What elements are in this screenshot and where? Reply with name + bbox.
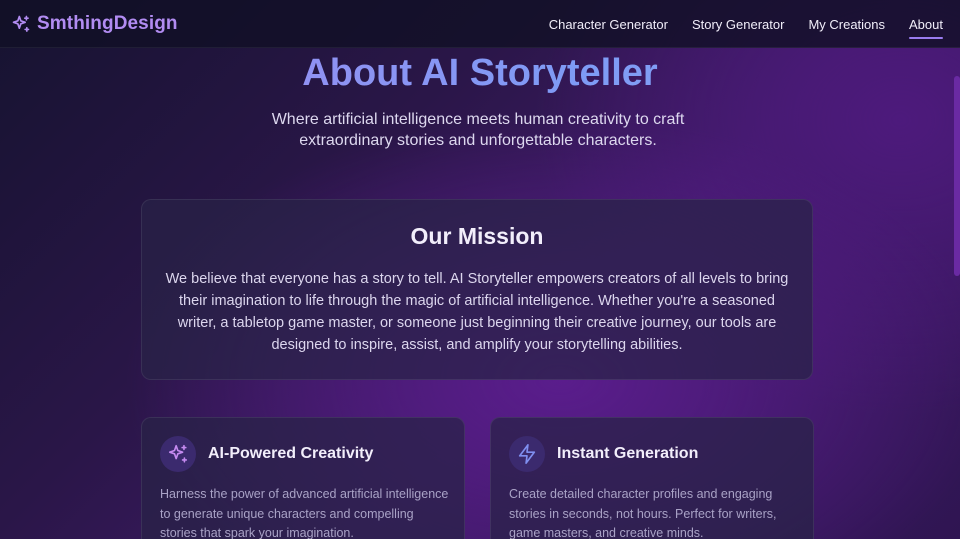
nav-character-generator[interactable]: Character Generator [549,13,668,36]
feature-text: Harness the power of advanced artificial… [160,487,449,539]
lightning-icon [509,436,545,472]
brand-name: SmthingDesign [37,13,178,34]
nav-my-creations[interactable]: My Creations [808,13,885,36]
main-nav: Character Generator Story Generator My C… [549,0,943,48]
brand-logo[interactable]: SmthingDesign [11,12,178,36]
page-scrollbar[interactable] [954,48,960,539]
mission-text: We believe that everyone has a story to … [165,271,789,353]
feature-card-instant-generation: Instant Generation Create detailed chara… [490,417,814,539]
feature-title: Instant Generation [557,445,699,462]
nav-about[interactable]: About [909,13,943,39]
feature-card-ai-powered: AI-Powered Creativity Harness the power … [141,417,465,539]
sparkles-icon [11,14,31,34]
page-subtitle: Where artificial intelligence meets huma… [271,111,685,149]
feature-text: Create detailed character profiles and e… [509,487,777,539]
nav-story-generator[interactable]: Story Generator [692,13,785,36]
page-title: About AI Storyteller [0,52,960,95]
top-navbar: SmthingDesign Character Generator Story … [0,0,960,48]
mission-title: Our Mission [410,223,544,249]
sparkles-icon [160,436,196,472]
feature-title: AI-Powered Creativity [208,445,374,462]
mission-card: Our Mission We believe that everyone has… [141,199,813,380]
scrollbar-thumb[interactable] [954,76,960,276]
